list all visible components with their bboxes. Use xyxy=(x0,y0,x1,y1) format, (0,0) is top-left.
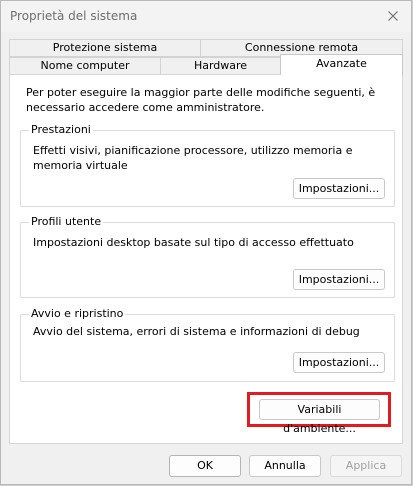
profili-settings-button[interactable]: Impostazioni... xyxy=(293,269,385,290)
title-bar: Proprietà del sistema xyxy=(1,1,411,32)
tab-nome-computer[interactable]: Nome computer xyxy=(9,57,161,75)
group-profili-utente: Profili utente Impostazioni desktop basa… xyxy=(20,216,395,298)
admin-notice: Per poter eseguire la maggior parte dell… xyxy=(26,86,376,114)
group-title: Avvio e ripristino xyxy=(29,307,126,320)
window-title: Proprietà del sistema xyxy=(10,9,138,23)
tab-label: Nome computer xyxy=(40,59,130,72)
ok-button[interactable]: OK xyxy=(169,455,241,477)
apply-button[interactable]: Applica xyxy=(330,455,402,477)
group-description: Effetti visivi, pianificazione processor… xyxy=(33,144,353,172)
tab-avanzate[interactable]: Avanzate xyxy=(280,54,403,75)
group-prestazioni: Prestazioni Effetti visivi, pianificazio… xyxy=(20,124,395,207)
group-title: Profili utente xyxy=(29,215,104,228)
prestazioni-settings-button[interactable]: Impostazioni... xyxy=(293,178,385,199)
advanced-tab-panel: Per poter eseguire la maggior parte dell… xyxy=(9,74,403,444)
tab-label: Hardware xyxy=(193,59,248,72)
tab-label: Avanzate xyxy=(316,57,367,70)
close-button[interactable] xyxy=(379,3,407,29)
close-icon xyxy=(388,11,398,21)
tab-label: Connessione remota xyxy=(244,41,359,54)
group-title: Prestazioni xyxy=(29,123,93,136)
group-avvio-ripristino: Avvio e ripristino Avvio del sistema, er… xyxy=(20,308,395,382)
avvio-settings-button[interactable]: Impostazioni... xyxy=(293,352,385,373)
system-properties-window: Proprietà del sistema Protezione sistema… xyxy=(0,0,412,485)
environment-variables-button[interactable]: Variabili d'ambiente... xyxy=(259,399,380,435)
cancel-button[interactable]: Annulla xyxy=(249,455,321,477)
tab-label: Protezione sistema xyxy=(52,41,158,54)
tab-hardware[interactable]: Hardware xyxy=(160,57,281,75)
group-description: Impostazioni desktop basate sul tipo di … xyxy=(33,236,354,249)
tab-protezione-sistema[interactable]: Protezione sistema xyxy=(9,39,201,57)
group-description: Avvio del sistema, errori di sistema e i… xyxy=(33,325,360,338)
